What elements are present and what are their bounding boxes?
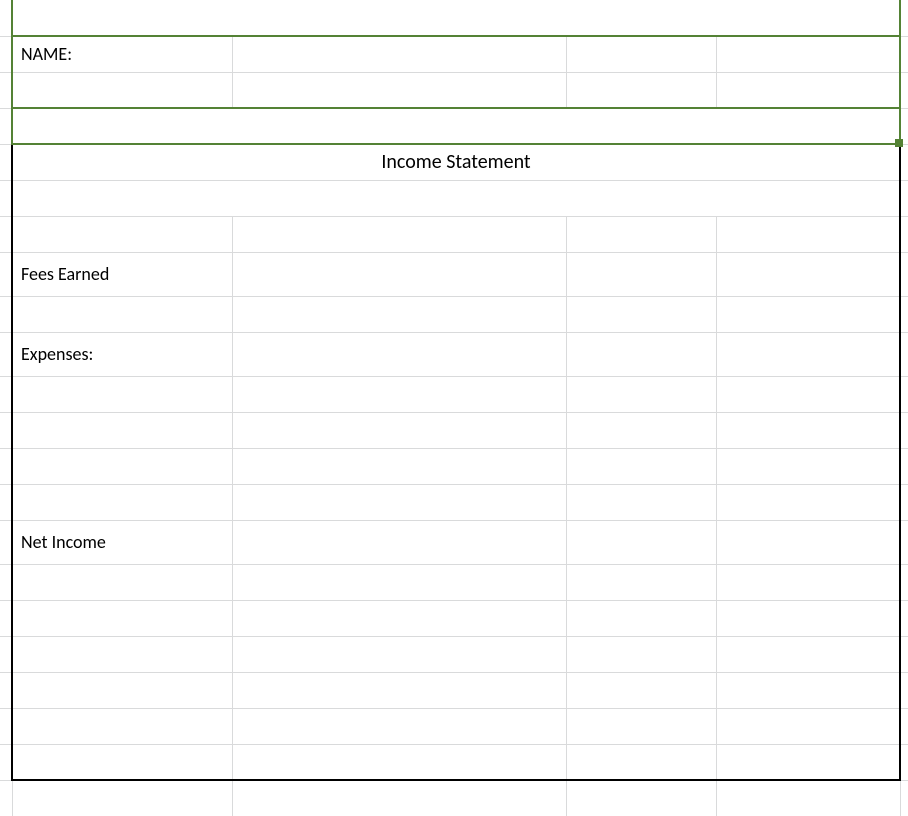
worksheet-grid[interactable]: NAME: Income Statement (0, 0, 908, 816)
cell[interactable] (232, 636, 566, 672)
cell[interactable] (232, 216, 566, 252)
expenses-label: Expenses: (21, 343, 93, 365)
cell[interactable] (566, 520, 716, 564)
cell[interactable] (12, 296, 232, 332)
income-statement-title: Income Statement (381, 150, 530, 174)
cell[interactable] (232, 600, 566, 636)
cell[interactable] (566, 36, 716, 72)
cell[interactable] (566, 564, 716, 600)
cell[interactable] (232, 448, 566, 484)
cell[interactable] (716, 520, 900, 564)
cell[interactable] (566, 252, 716, 296)
cell[interactable] (716, 376, 900, 412)
cell[interactable] (716, 780, 900, 816)
cell[interactable] (12, 72, 232, 108)
cell[interactable] (566, 672, 716, 708)
cell[interactable] (232, 376, 566, 412)
cell[interactable] (12, 564, 232, 600)
income-statement-title-cell[interactable]: Income Statement (12, 144, 900, 180)
cell[interactable] (566, 780, 716, 816)
cell[interactable] (12, 180, 900, 216)
cell[interactable] (716, 252, 900, 296)
net-income-label: Net Income (21, 531, 106, 553)
cell[interactable] (566, 708, 716, 744)
cell[interactable] (232, 672, 566, 708)
cell[interactable] (232, 296, 566, 332)
cell[interactable] (12, 636, 232, 672)
cell[interactable] (716, 448, 900, 484)
cell[interactable] (566, 600, 716, 636)
cell[interactable] (566, 484, 716, 520)
cell[interactable] (12, 600, 232, 636)
fill-handle[interactable] (895, 139, 903, 147)
cell[interactable] (716, 296, 900, 332)
cell[interactable] (12, 484, 232, 520)
cell[interactable] (566, 636, 716, 672)
spreadsheet-view: NAME: Income Statement (0, 0, 908, 775)
cell[interactable] (716, 600, 900, 636)
cell[interactable] (12, 216, 232, 252)
cell[interactable] (232, 252, 566, 296)
cell[interactable] (12, 448, 232, 484)
cell[interactable] (232, 36, 566, 72)
cell[interactable] (232, 412, 566, 448)
cell[interactable] (12, 672, 232, 708)
cell[interactable] (232, 520, 566, 564)
cell[interactable] (12, 412, 232, 448)
cell[interactable] (716, 672, 900, 708)
cell[interactable] (232, 484, 566, 520)
cell[interactable] (12, 376, 232, 412)
active-cell[interactable] (12, 108, 900, 144)
cell[interactable] (716, 484, 900, 520)
cell[interactable] (232, 564, 566, 600)
net-income-cell[interactable]: Net Income (12, 520, 232, 564)
fees-earned-label: Fees Earned (21, 263, 109, 285)
name-label: NAME: (21, 43, 72, 65)
name-label-cell[interactable]: NAME: (12, 36, 232, 72)
cell[interactable] (232, 708, 566, 744)
cell[interactable] (566, 412, 716, 448)
cell[interactable] (232, 780, 566, 816)
cell[interactable] (716, 708, 900, 744)
fees-earned-cell[interactable]: Fees Earned (12, 252, 232, 296)
cell[interactable] (716, 564, 900, 600)
cell[interactable] (716, 36, 900, 72)
cell[interactable] (716, 332, 900, 376)
cell[interactable] (716, 412, 900, 448)
cell[interactable] (566, 72, 716, 108)
cell[interactable] (232, 72, 566, 108)
cell[interactable] (566, 296, 716, 332)
cell[interactable] (232, 332, 566, 376)
expenses-cell[interactable]: Expenses: (12, 332, 232, 376)
cell[interactable] (12, 708, 232, 744)
cell[interactable] (716, 72, 900, 108)
cell[interactable] (566, 376, 716, 412)
cell[interactable] (566, 448, 716, 484)
cell[interactable] (716, 636, 900, 672)
cell[interactable] (566, 332, 716, 376)
cell[interactable] (12, 780, 232, 816)
cell[interactable] (716, 216, 900, 252)
cell[interactable] (566, 216, 716, 252)
